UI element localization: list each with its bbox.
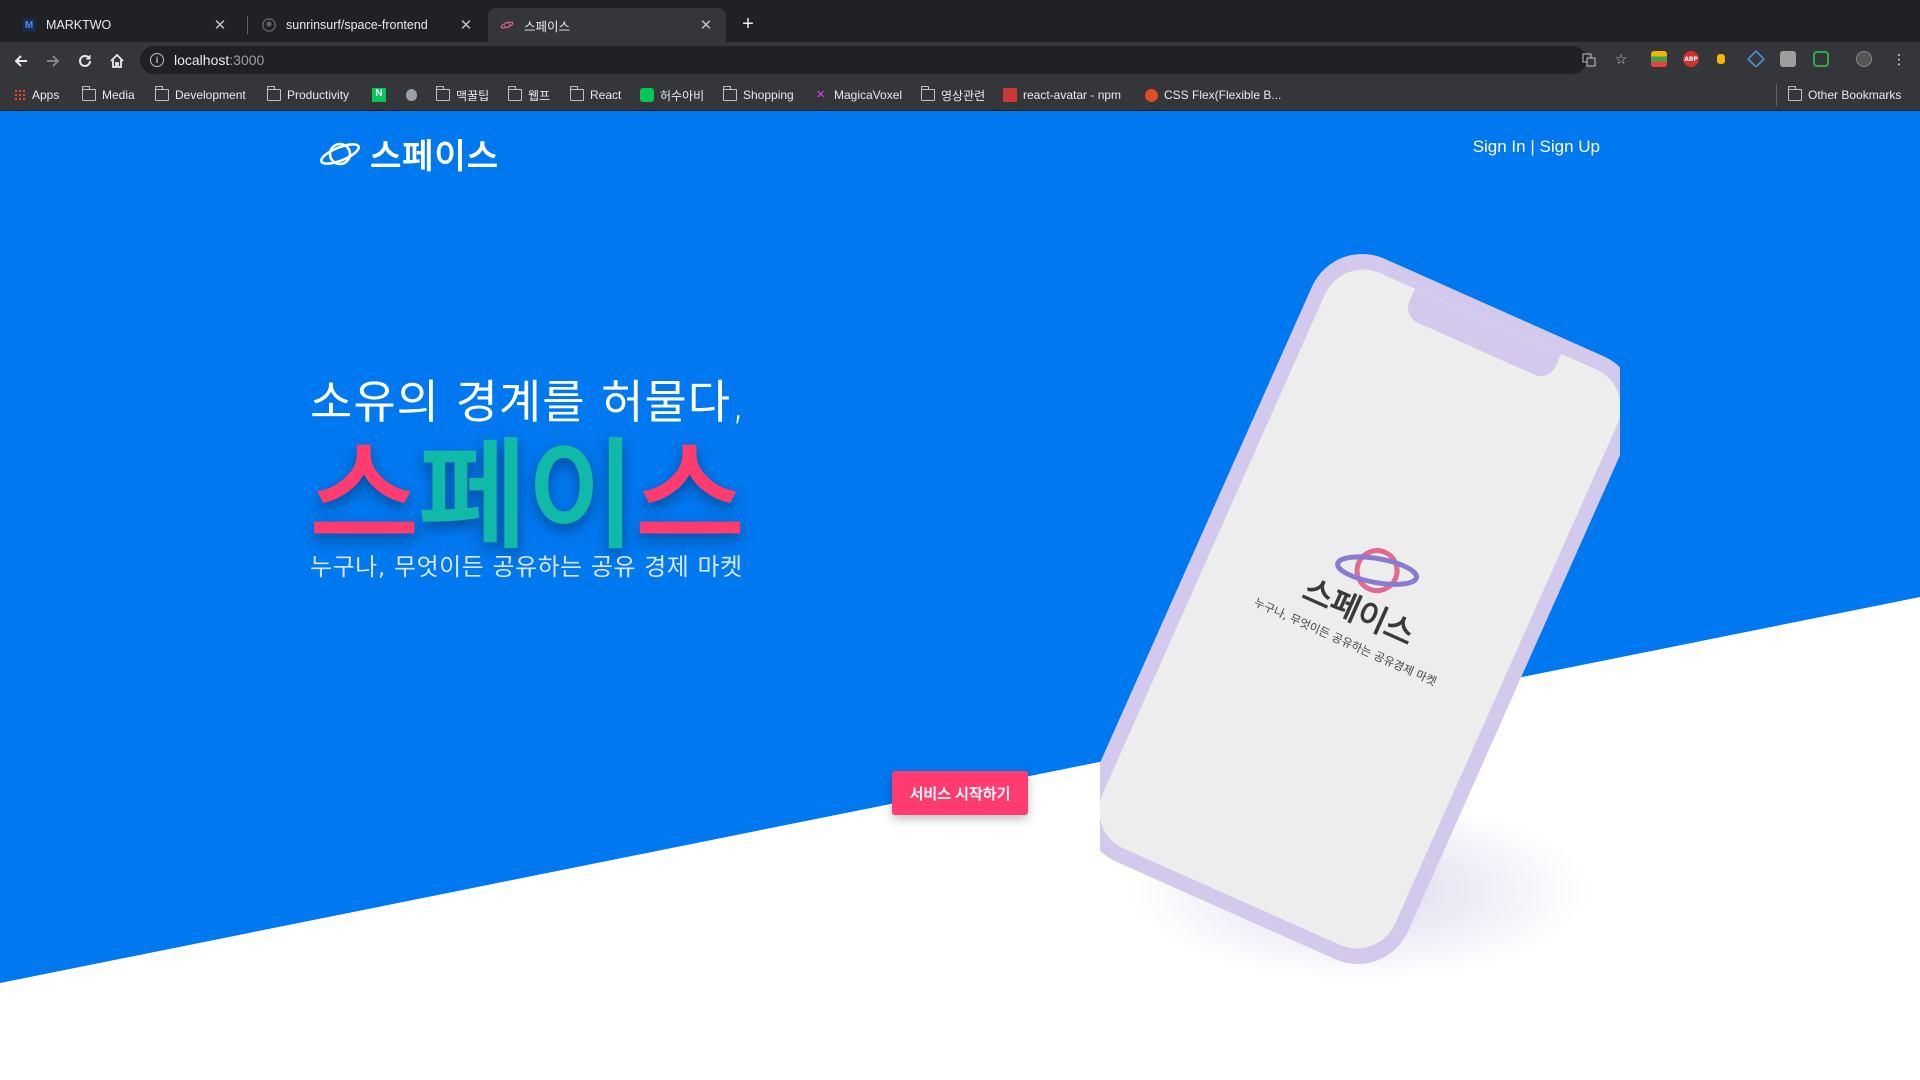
bookmark-scarecrow[interactable]: 허수아비 <box>640 86 704 104</box>
apple-icon <box>406 89 417 101</box>
page-viewport: 스페이스 Sign In | Sign Up 소유의 경계를 허물다, 스 페 … <box>0 111 1920 1080</box>
folder-icon <box>435 86 450 101</box>
bookmark-label: React <box>590 88 622 102</box>
browser-tab-strip: M MARKTWO ✕ sunrinsurf/space-frontend ✕ … <box>0 0 1920 42</box>
bookmark-magicavoxel[interactable]: ✕ MagicaVoxel <box>816 86 902 104</box>
tab-title: MARKTWO <box>46 18 112 32</box>
css-icon <box>1145 88 1158 102</box>
planet-icon <box>500 18 514 32</box>
folder-icon <box>266 86 281 101</box>
bookmark-label: CSS Flex(Flexible B... <box>1164 88 1282 102</box>
bookmarks-divider <box>1776 84 1777 106</box>
bookmark-video[interactable]: 영상관련 <box>920 86 986 104</box>
new-tab-button[interactable]: + <box>737 14 759 36</box>
planet-icon <box>319 142 361 165</box>
bookmark-label: react-avatar - npm <box>1023 88 1122 102</box>
magicavoxel-icon: ✕ <box>816 89 826 101</box>
apps-grid-icon <box>14 89 26 101</box>
brand-char: 페 <box>418 427 528 565</box>
hero-background <box>0 111 1920 983</box>
naver-icon: N <box>372 88 386 102</box>
sign-up-link[interactable]: Sign Up <box>1540 137 1600 156</box>
bookmark-css-flex[interactable]: CSS Flex(Flexible B... <box>1145 86 1281 104</box>
sign-in-link[interactable]: Sign In <box>1473 137 1526 156</box>
folder-icon <box>507 86 522 101</box>
bookmark-label: Productivity <box>287 88 350 102</box>
phone-mockup: 스페이스 누구나, 무엇이든 공유하는 공유경제 마켓 <box>1100 253 1620 981</box>
marktwo-icon: M <box>22 18 36 32</box>
folder-icon <box>1787 86 1802 101</box>
hero-subline: 누구나, 무엇이든 공유하는 공유 경제 마켓 <box>310 553 743 581</box>
npm-icon <box>1003 88 1017 102</box>
back-arrow-icon[interactable] <box>10 50 32 72</box>
star-bookmark-icon[interactable]: ☆ <box>1612 51 1630 69</box>
forward-arrow-icon[interactable] <box>42 50 64 72</box>
bookmark-development[interactable]: Development <box>154 86 246 104</box>
info-icon[interactable]: i <box>150 53 164 67</box>
hero-tagline: 소유의 경계를 허물다, <box>310 375 747 429</box>
bookmark-label: 허수아비 <box>660 88 705 103</box>
extension-color-icon[interactable] <box>1651 51 1667 67</box>
brand-char: 이 <box>527 427 636 565</box>
bookmark-label: 맥꿀팁 <box>456 88 490 103</box>
avatar[interactable] <box>1856 51 1872 67</box>
translate-icon[interactable] <box>1580 51 1598 69</box>
url-port: :3000 <box>229 52 265 68</box>
auth-separator: | <box>1530 137 1535 156</box>
close-icon[interactable]: ✕ <box>212 17 228 34</box>
extension-screenshot-icon[interactable] <box>1780 51 1796 67</box>
brand-char: 스 <box>635 427 745 565</box>
folder-icon <box>81 86 96 101</box>
bookmark-media[interactable]: Media <box>81 86 135 104</box>
bookmark-shopping[interactable]: Shopping <box>722 86 794 104</box>
tab-marktwo[interactable]: M MARKTWO ✕ <box>10 8 240 42</box>
github-icon <box>262 18 276 32</box>
line-icon <box>640 88 654 102</box>
reload-icon[interactable] <box>74 50 96 72</box>
site-logo[interactable]: 스페이스 <box>318 129 499 178</box>
close-icon[interactable]: ✕ <box>458 17 474 34</box>
bookmark-label: Apps <box>32 88 60 102</box>
logo-text: 스페이스 <box>370 137 500 177</box>
folder-icon <box>154 86 169 101</box>
bookmark-react[interactable]: React <box>569 86 622 104</box>
bookmark-apple[interactable] <box>406 86 423 104</box>
bookmark-productivity[interactable]: Productivity <box>266 86 350 104</box>
extension-note-icon[interactable] <box>1717 54 1725 64</box>
menu-kebab-icon[interactable]: ⋮ <box>1890 51 1908 69</box>
folder-icon <box>920 86 935 101</box>
tab-github[interactable]: sunrinsurf/space-frontend ✕ <box>250 8 486 42</box>
bookmark-webprog[interactable]: 웹프 <box>507 86 551 104</box>
home-icon[interactable] <box>106 50 128 72</box>
folder-icon <box>722 86 737 101</box>
tab-title: sunrinsurf/space-frontend <box>286 18 428 32</box>
bookmark-label: Development <box>175 88 246 102</box>
bookmark-label: 영상관련 <box>941 88 986 103</box>
bookmark-apps[interactable]: Apps <box>14 86 59 104</box>
bookmark-label: MagicaVoxel <box>834 88 903 102</box>
extension-node-icon[interactable] <box>1813 51 1829 67</box>
close-icon[interactable]: ✕ <box>698 17 714 34</box>
start-service-button[interactable]: 서비스 시작하기 <box>892 771 1028 815</box>
adblock-icon[interactable]: ABP <box>1683 51 1699 67</box>
bookmark-naver[interactable]: N <box>372 86 392 104</box>
folder-icon <box>569 86 584 101</box>
bookmark-label: Other Bookmarks <box>1808 88 1902 102</box>
tab-title: 스페이스 <box>524 19 571 34</box>
bookmark-label: Shopping <box>743 88 794 102</box>
url-host: localhost <box>174 52 230 68</box>
tab-space[interactable]: 스페이스 ✕ <box>488 8 726 42</box>
address-bar[interactable]: i localhost:3000 <box>140 46 1587 74</box>
bookmark-label: Media <box>102 88 135 102</box>
bookmark-mac-tips[interactable]: 맥꿀팁 <box>435 86 490 104</box>
bookmark-label: 웹프 <box>528 88 551 103</box>
auth-links: Sign In | Sign Up <box>1473 137 1600 157</box>
hero-brand-title: 스 페 이 스 <box>310 427 745 565</box>
bookmark-react-avatar[interactable]: react-avatar - npm <box>1003 86 1121 104</box>
brand-char: 스 <box>310 427 419 565</box>
bookmark-other[interactable]: Other Bookmarks <box>1787 86 1902 104</box>
